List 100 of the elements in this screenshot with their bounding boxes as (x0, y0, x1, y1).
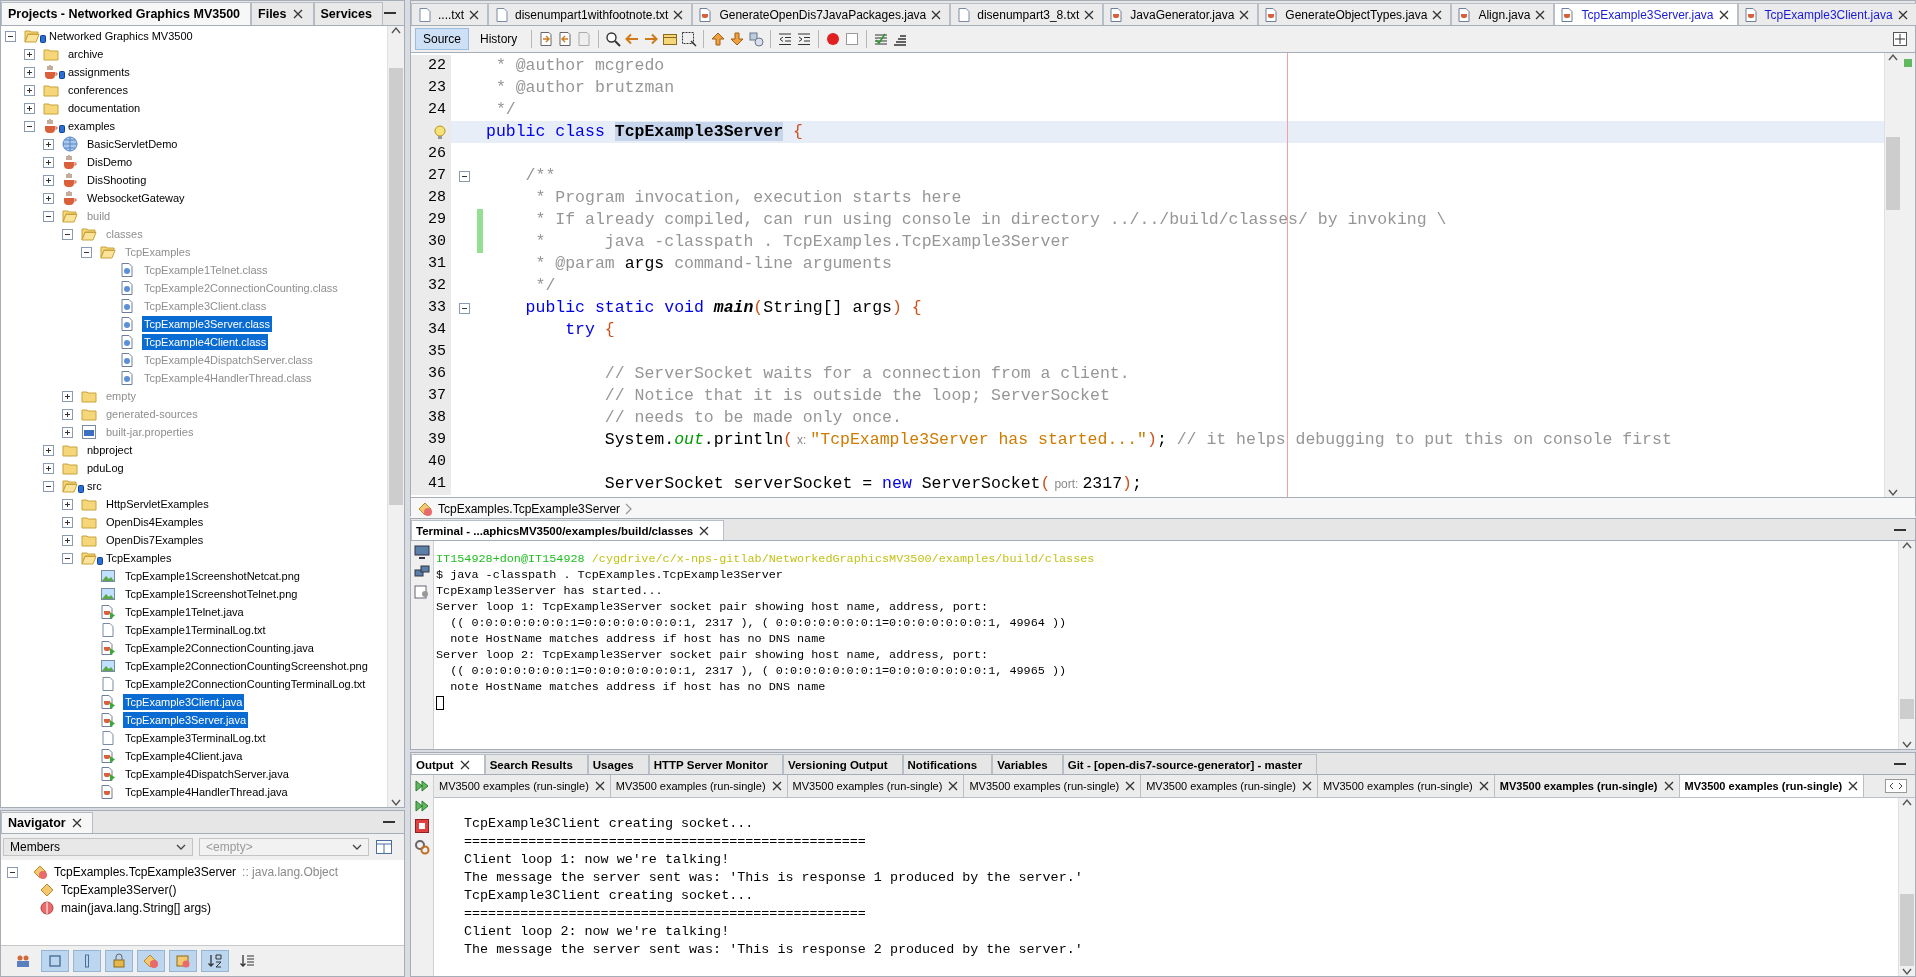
stop-icon[interactable] (415, 819, 429, 833)
tree-item[interactable]: TcpExample4Client.class (142, 334, 269, 350)
panel-tab[interactable]: Terminal - ...aphicsMV3500/examples/build/classes (411, 520, 725, 540)
scrollbar[interactable] (1898, 541, 1915, 749)
close-icon[interactable] (699, 525, 710, 536)
double-arrow-icon[interactable] (414, 779, 430, 793)
close-icon[interactable] (771, 781, 782, 791)
record-icon[interactable] (825, 31, 842, 47)
tree-item[interactable]: generated-sources (104, 406, 200, 422)
panel-layout-icon[interactable] (375, 839, 393, 855)
close-icon[interactable] (1535, 9, 1546, 20)
double-arrow-icon[interactable] (414, 799, 430, 813)
close-icon[interactable] (459, 759, 470, 770)
minus-box-icon[interactable] (81, 246, 92, 258)
fold-icon[interactable] (458, 302, 470, 314)
panel-tab[interactable]: Search Results (484, 754, 588, 774)
member-name[interactable]: TcpExample3Server() (61, 883, 177, 897)
filter-toggle[interactable] (169, 950, 197, 972)
tree-item[interactable]: TcpExample3Client.java (123, 694, 245, 710)
tree-item[interactable]: TcpExample2ConnectionCountingTerminalLog.txt (123, 676, 368, 692)
arrow-down-icon[interactable] (729, 31, 746, 47)
scrollbar[interactable] (1884, 53, 1901, 497)
chevron-down-icon[interactable] (391, 799, 401, 807)
filter-toggle[interactable] (105, 950, 133, 972)
minus-box-icon[interactable] (5, 30, 16, 42)
close-icon[interactable] (594, 781, 605, 791)
tree-item[interactable]: TcpExample3Server.java (123, 712, 249, 728)
panel-tab[interactable]: Versioning Output (782, 754, 903, 774)
minus-box-icon[interactable] (43, 210, 54, 222)
close-icon[interactable] (1239, 9, 1250, 20)
indent-left-icon[interactable] (777, 31, 794, 47)
tree-item[interactable]: TcpExample2ConnectionCounting.java (123, 640, 316, 656)
panel-tab[interactable]: Projects - Networked Graphics MV3500 (1, 2, 252, 25)
close-icon[interactable] (1478, 781, 1489, 791)
tree-item[interactable]: TcpExample4DispatchServer.java (123, 766, 291, 782)
plus-box-icon[interactable] (62, 390, 73, 402)
tree-item[interactable]: conferences (66, 82, 130, 98)
tree-item[interactable]: TcpExample3Server.class (142, 316, 272, 332)
tree-item[interactable]: TcpExample1Telnet.java (123, 604, 246, 620)
close-icon[interactable] (1848, 781, 1859, 791)
run-tab[interactable]: MV3500 examples (run-single) (1494, 775, 1680, 797)
run-tab[interactable]: MV3500 examples (run-single) (434, 775, 611, 797)
selection-icon[interactable] (681, 31, 698, 47)
chevron-up-icon[interactable] (1902, 798, 1912, 806)
tree-item[interactable]: documentation (66, 100, 143, 116)
close-icon[interactable] (71, 818, 82, 828)
run-tab[interactable]: MV3500 examples (run-single) (1318, 775, 1495, 797)
minus-box-icon[interactable] (43, 480, 54, 492)
tree-item[interactable]: examples (66, 118, 118, 134)
plus-box-icon[interactable] (62, 498, 73, 510)
close-icon[interactable] (931, 9, 942, 20)
close-icon[interactable] (469, 9, 479, 20)
panel-tab[interactable]: Navigator (1, 812, 93, 833)
plus-box-icon[interactable] (24, 48, 35, 60)
tree-item[interactable]: DisDemo (85, 154, 135, 170)
tree-item[interactable]: TcpExample2ConnectionCountingScreenshot.png (123, 658, 370, 674)
close-icon[interactable] (673, 9, 684, 20)
panel-tab[interactable]: Git - [open-dis7-source-generator] - master (1062, 754, 1318, 774)
run-tab[interactable]: MV3500 examples (run-single) (610, 775, 788, 797)
split-icon[interactable] (1893, 32, 1907, 46)
plus-box-icon[interactable] (43, 462, 54, 474)
document-arrow-icon[interactable] (557, 31, 574, 47)
panel-tab[interactable]: Services (313, 2, 383, 25)
document-arrow-icon[interactable] (538, 31, 555, 47)
tree-item[interactable]: TcpExample1ScreenshotTelnet.png (123, 586, 300, 602)
editor-tab[interactable]: TcpExample3Client.java (1737, 3, 1916, 25)
chevron-down-icon[interactable] (1902, 968, 1912, 976)
scrollbar-thumb[interactable] (389, 68, 403, 505)
fold-icon[interactable] (458, 170, 470, 182)
close-icon[interactable] (292, 9, 303, 19)
panel-tab[interactable]: HTTP Server Monitor (648, 754, 783, 774)
close-icon[interactable] (948, 781, 959, 791)
member-name[interactable]: main(java.lang.String[] args) (61, 901, 212, 915)
filter-toggle[interactable] (41, 950, 69, 972)
plus-box-icon[interactable] (43, 444, 54, 456)
tree-item[interactable]: BasicServletDemo (85, 136, 180, 152)
magnifier-icon[interactable] (605, 31, 622, 47)
close-icon[interactable] (1302, 781, 1312, 791)
run-tab[interactable]: MV3500 examples (run-single) (1679, 775, 1865, 797)
panel-tab[interactable]: Output (411, 754, 485, 774)
plus-box-icon[interactable] (62, 408, 73, 420)
tree-item[interactable]: archive (66, 46, 106, 62)
plus-box-icon[interactable] (43, 192, 54, 204)
settings-icon[interactable] (414, 585, 430, 599)
panel-tab[interactable]: Notifications (902, 754, 993, 774)
editor-tab[interactable]: GenerateObjectTypes.java (1258, 3, 1452, 25)
filter-toggle[interactable] (201, 950, 229, 972)
minus-box-icon[interactable] (62, 228, 73, 240)
tree-item[interactable]: classes (104, 226, 145, 242)
plus-box-icon[interactable] (24, 84, 35, 96)
tree-item[interactable]: TcpExample3TerminalLog.txt (123, 730, 268, 746)
tree-item[interactable]: pduLog (85, 460, 126, 476)
tree-item[interactable]: WebsocketGateway (85, 190, 187, 206)
tree-item[interactable]: OpenDis7Examples (104, 532, 206, 548)
editor-tab[interactable]: JavaGenerator.java (1103, 3, 1259, 25)
plus-box-icon[interactable] (62, 534, 73, 546)
scrollbar-thumb[interactable] (1886, 137, 1900, 210)
scrollbar[interactable] (387, 26, 404, 807)
members-dropdown[interactable]: Members (3, 838, 193, 856)
close-icon[interactable] (1897, 9, 1908, 20)
